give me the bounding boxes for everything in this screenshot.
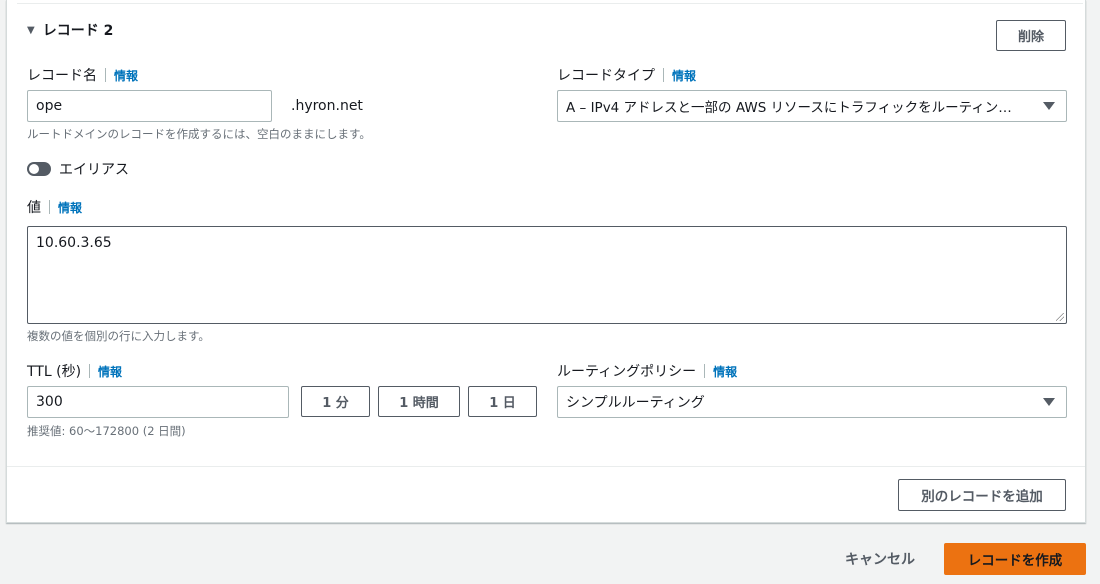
record-title: レコード 2 [42,23,114,39]
value-hint: 複数の値を個別の行に入力します。 [27,329,210,343]
value-label: 値 [27,200,41,216]
value-textarea[interactable]: 10.60.3.65 [27,226,1067,324]
routing-policy-label-row: ルーティングポリシー 情報 [557,361,737,381]
separator [89,364,91,378]
record-name-label: レコード名 [27,68,97,84]
routing-policy-value: シンプルルーティング [566,395,705,411]
record-panel: ▼ レコード 2 削除 レコード名 情報 ope .hyron.net ルートド… [6,0,1086,523]
ttl-1min-button[interactable]: 1 分 [301,386,370,417]
record-section-header[interactable]: ▼ レコード 2 [27,20,113,40]
record-name-hint: ルートドメインのレコードを作成するには、空白のままにします。 [27,127,371,141]
ttl-1day-button[interactable]: 1 日 [468,386,537,417]
separator [49,200,50,214]
routing-policy-select[interactable]: シンプルルーティング [557,386,1067,418]
record-name-input[interactable]: ope [27,90,272,122]
value-text: 10.60.3.65 [36,235,112,251]
record-type-label-row: レコードタイプ 情報 [557,65,696,85]
ttl-hint: 推奨値: 60～172800 (2 日間) [27,424,186,438]
add-record-button[interactable]: 別のレコードを追加 [898,479,1066,511]
alias-label: エイリアス [59,162,129,178]
divider [17,3,1083,4]
delete-button[interactable]: 削除 [996,20,1066,51]
value-label-row: 値 情報 [27,197,82,217]
create-record-button[interactable]: レコードを作成 [944,543,1086,575]
separator [105,68,106,82]
info-link[interactable]: 情報 [58,199,82,216]
dropdown-arrow-icon [1043,398,1055,406]
ttl-1hour-button[interactable]: 1 時間 [378,386,460,417]
ttl-label-row: TTL (秒) 情報 [27,361,122,381]
info-link[interactable]: 情報 [672,67,696,84]
cancel-button[interactable]: キャンセル [830,544,930,574]
separator [704,364,706,378]
caret-down-icon[interactable]: ▼ [27,25,35,36]
ttl-input[interactable]: 300 [27,386,289,418]
info-link[interactable]: 情報 [114,67,138,84]
record-type-value: A – IPv4 アドレスと一部の AWS リソースにトラフィックをルーティン… [566,100,1012,116]
record-name-label-row: レコード名 情報 [27,65,138,85]
toggle-knob [29,164,39,174]
routing-policy-label: ルーティングポリシー [557,364,697,380]
record-type-label: レコードタイプ [557,68,655,84]
separator [663,68,664,82]
resize-handle-icon[interactable] [1056,313,1064,321]
domain-suffix: .hyron.net [291,98,363,114]
info-link[interactable]: 情報 [98,363,122,380]
divider [7,466,1085,467]
info-link[interactable]: 情報 [713,363,737,380]
alias-toggle[interactable] [27,162,51,176]
ttl-label: TTL (秒) [27,364,82,380]
record-type-select[interactable]: A – IPv4 アドレスと一部の AWS リソースにトラフィックをルーティン… [557,90,1067,122]
dropdown-arrow-icon [1043,102,1055,110]
